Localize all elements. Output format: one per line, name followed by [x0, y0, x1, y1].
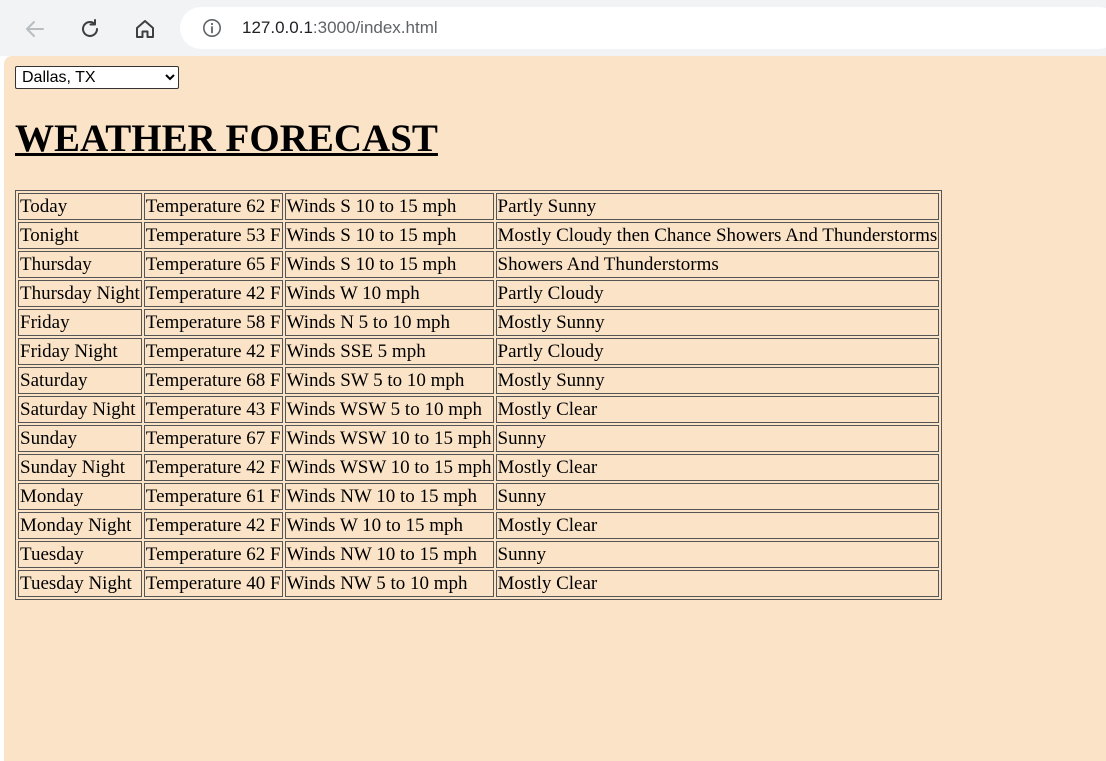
location-select[interactable]: Dallas, TX [15, 66, 179, 89]
forecast-period-cell: Saturday [18, 367, 142, 394]
forecast-temperature-cell: Temperature 43 F [143, 396, 283, 423]
browser-toolbar: 127.0.0.1:3000/index.html [0, 0, 1106, 56]
forecast-condition-cell: Sunny [495, 483, 940, 510]
forecast-row: Today Temperature 62 F Winds S 10 to 15 mp… [18, 193, 940, 220]
forecast-wind-cell: Winds S 10 to 15 mph [284, 251, 494, 278]
forecast-condition-cell: Mostly Sunny [495, 367, 940, 394]
forecast-temperature-cell: Temperature 65 F [143, 251, 283, 278]
forecast-row: Friday Temperature 58 F Winds N 5 to 10 mp… [18, 309, 940, 336]
forecast-temperature-cell: Temperature 67 F [143, 425, 283, 452]
page-viewport: Dallas, TX WEATHER FORECAST Today Tempera… [4, 56, 1106, 761]
forecast-row: Monday Temperature 61 F Winds NW 10 to 15 … [18, 483, 940, 510]
forecast-period-cell: Friday Night [18, 338, 142, 365]
info-icon[interactable] [202, 18, 222, 38]
forecast-wind-cell: Winds NW 10 to 15 mph [284, 541, 494, 568]
forecast-period-cell: Sunday [18, 425, 142, 452]
forecast-wind-cell: Winds W 10 mph [284, 280, 494, 307]
forecast-temperature-cell: Temperature 68 F [143, 367, 283, 394]
forecast-condition-cell: Mostly Clear [495, 570, 940, 597]
forecast-temperature-cell: Temperature 62 F [143, 193, 283, 220]
forecast-row: Saturday Night Temperature 43 F Winds WSW … [18, 396, 940, 423]
forecast-condition-cell: Showers And Thunderstorms [495, 251, 940, 278]
page-title: WEATHER FORECAST [15, 117, 438, 160]
reload-button[interactable] [73, 12, 107, 46]
forecast-period-cell: Tuesday [18, 541, 142, 568]
forecast-condition-cell: Partly Cloudy [495, 338, 940, 365]
forecast-period-cell: Tonight [18, 222, 142, 249]
forecast-condition-cell: Mostly Clear [495, 454, 940, 481]
forecast-row: Saturday Temperature 68 F Winds SW 5 to 10… [18, 367, 940, 394]
forecast-period-cell: Monday [18, 483, 142, 510]
forecast-wind-cell: Winds SW 5 to 10 mph [284, 367, 494, 394]
forecast-row: Tuesday Night Temperature 40 F Winds NW 5 … [18, 570, 940, 597]
forecast-wind-cell: Winds WSW 10 to 15 mph [284, 454, 494, 481]
forecast-temperature-cell: Temperature 53 F [143, 222, 283, 249]
forecast-wind-cell: Winds NW 10 to 15 mph [284, 483, 494, 510]
forecast-wind-cell: Winds NW 5 to 10 mph [284, 570, 494, 597]
back-arrow-icon [26, 21, 44, 37]
forecast-row: Tonight Temperature 53 F Winds S 10 to 15 … [18, 222, 940, 249]
forecast-temperature-cell: Temperature 42 F [143, 338, 283, 365]
forecast-temperature-cell: Temperature 40 F [143, 570, 283, 597]
forecast-wind-cell: Winds N 5 to 10 mph [284, 309, 494, 336]
forecast-condition-cell: Sunny [495, 541, 940, 568]
url-text[interactable]: 127.0.0.1:3000/index.html [242, 18, 438, 38]
forecast-wind-cell: Winds W 10 to 15 mph [284, 512, 494, 539]
home-icon [136, 20, 154, 38]
forecast-condition-cell: Sunny [495, 425, 940, 452]
forecast-temperature-cell: Temperature 58 F [143, 309, 283, 336]
forecast-wind-cell: Winds S 10 to 15 mph [284, 222, 494, 249]
forecast-row: Thursday Night Temperature 42 F Winds W 10… [18, 280, 940, 307]
home-button[interactable] [128, 12, 162, 46]
forecast-temperature-cell: Temperature 62 F [143, 541, 283, 568]
forecast-wind-cell: Winds S 10 to 15 mph [284, 193, 494, 220]
forecast-temperature-cell: Temperature 42 F [143, 512, 283, 539]
reload-icon [82, 19, 98, 37]
forecast-condition-cell: Mostly Clear [495, 396, 940, 423]
forecast-period-cell: Sunday Night [18, 454, 142, 481]
forecast-temperature-cell: Temperature 61 F [143, 483, 283, 510]
forecast-period-cell: Today [18, 193, 142, 220]
forecast-period-cell: Tuesday Night [18, 570, 142, 597]
forecast-temperature-cell: Temperature 42 F [143, 280, 283, 307]
forecast-period-cell: Monday Night [18, 512, 142, 539]
forecast-condition-cell: Partly Cloudy [495, 280, 940, 307]
address-bar[interactable]: 127.0.0.1:3000/index.html [180, 7, 1106, 49]
forecast-condition-cell: Mostly Cloudy then Chance Showers And Th… [495, 222, 940, 249]
forecast-period-cell: Saturday Night [18, 396, 142, 423]
back-button[interactable] [18, 12, 52, 46]
forecast-period-cell: Thursday Night [18, 280, 142, 307]
url-path: :3000/index.html [312, 18, 438, 37]
forecast-condition-cell: Mostly Clear [495, 512, 940, 539]
forecast-row: Monday Night Temperature 42 F Winds W 10 t… [18, 512, 940, 539]
forecast-wind-cell: Winds WSW 10 to 15 mph [284, 425, 494, 452]
forecast-row: Friday Night Temperature 42 F Winds SSE 5 … [18, 338, 940, 365]
forecast-table: Today Temperature 62 F Winds S 10 to 15 mp… [15, 190, 943, 600]
forecast-wind-cell: Winds WSW 5 to 10 mph [284, 396, 494, 423]
forecast-period-cell: Thursday [18, 251, 142, 278]
forecast-wind-cell: Winds SSE 5 mph [284, 338, 494, 365]
url-host: 127.0.0.1 [242, 18, 313, 37]
forecast-row: Sunday Night Temperature 42 F Winds WSW 10… [18, 454, 940, 481]
forecast-condition-cell: Partly Sunny [495, 193, 940, 220]
forecast-period-cell: Friday [18, 309, 142, 336]
forecast-row: Sunday Temperature 67 F Winds WSW 10 to 15… [18, 425, 940, 452]
forecast-temperature-cell: Temperature 42 F [143, 454, 283, 481]
forecast-row: Thursday Temperature 65 F Winds S 10 to 15… [18, 251, 940, 278]
forecast-condition-cell: Mostly Sunny [495, 309, 940, 336]
forecast-row: Tuesday Temperature 62 F Winds NW 10 to 15… [18, 541, 940, 568]
